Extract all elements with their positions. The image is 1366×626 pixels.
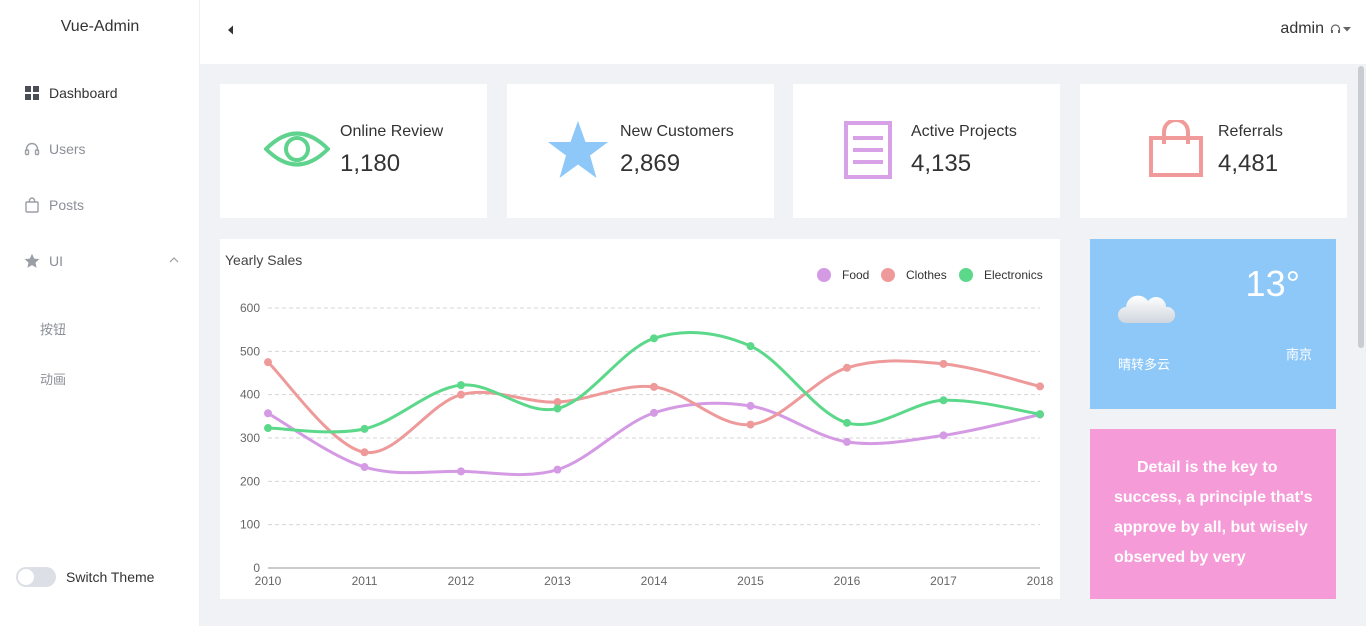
- y-tick-label: 300: [240, 431, 260, 445]
- star-icon: [24, 253, 40, 269]
- x-tick-label: 2018: [1027, 574, 1054, 588]
- y-tick-label: 400: [240, 388, 260, 402]
- data-point-electronics: [939, 396, 948, 405]
- weather-city: 南京: [1285, 347, 1312, 362]
- top-bar: admin: [200, 0, 1366, 64]
- data-point-food: [650, 408, 658, 417]
- card-value: 2,869: [620, 150, 681, 177]
- series-line-electronics: [267, 331, 1041, 434]
- data-point-clothes: [264, 358, 272, 367]
- x-tick-label: 2013: [544, 574, 571, 588]
- data-point-electronics: [1036, 410, 1044, 419]
- eye-icon: [263, 124, 331, 179]
- x-tick-label: 2016: [834, 574, 861, 588]
- sidebar-item-label: Posts: [49, 197, 85, 213]
- data-point-clothes: [939, 359, 948, 368]
- stat-card-online-review: Online Review 1,180: [220, 84, 487, 218]
- data-point-electronics: [650, 334, 658, 343]
- grid-icon: [24, 85, 40, 101]
- sidebar-item-posts[interactable]: Posts: [0, 185, 200, 225]
- y-tick-label: 600: [240, 301, 260, 315]
- card-value: 4,481: [1218, 150, 1279, 177]
- sidebar-subitem-animation[interactable]: 动画: [40, 369, 66, 388]
- legend-marker-food: [817, 268, 831, 282]
- data-point-food: [843, 437, 851, 446]
- x-tick-label: 2010: [255, 574, 282, 588]
- data-point-electronics: [746, 342, 755, 351]
- brand-title: Vue-Admin: [60, 18, 140, 35]
- chevron-up-icon: [168, 253, 180, 265]
- y-tick-label: 100: [240, 518, 260, 532]
- card-value: 4,135: [911, 150, 972, 177]
- page-scrollbar[interactable]: [1358, 66, 1364, 348]
- legend-label-food: Food: [842, 268, 869, 282]
- card-title: Active Projects: [911, 123, 1017, 140]
- card-value: 1,180: [340, 150, 401, 177]
- theme-label: Switch Theme: [66, 569, 155, 585]
- x-tick-label: 2012: [448, 574, 475, 588]
- data-point-clothes: [746, 420, 755, 429]
- legend-label-clothes: Clothes: [906, 268, 947, 282]
- data-point-food: [553, 465, 562, 474]
- sidebar-item-users[interactable]: Users: [0, 129, 200, 169]
- card-title: New Customers: [620, 123, 734, 140]
- card-title: Referrals: [1218, 123, 1283, 140]
- x-tick-label: 2015: [737, 574, 764, 588]
- yearly-sales-chart: Yearly Sales 0 100 200 300 400 500 600 2010 2011…: [220, 239, 1060, 599]
- x-tick-label: 2017: [930, 574, 957, 588]
- stat-card-new-customers: New Customers 2,869: [507, 84, 774, 218]
- data-point-electronics: [457, 381, 465, 390]
- data-point-food: [746, 401, 755, 410]
- stat-card-active-projects: Active Projects 4,135: [793, 84, 1060, 218]
- weather-description: 晴转多云: [1118, 357, 1171, 372]
- quote-card: Detail is the key to success, a principl…: [1090, 429, 1336, 599]
- chart-canvas: 0 100 200 300 400 500 600 2010 2011 2012 2013 2014 2…: [240, 268, 1054, 588]
- x-tick-label: 2014: [641, 574, 668, 588]
- legend-marker-clothes: [881, 268, 895, 282]
- weather-card: 13° 晴转多云 南京: [1090, 239, 1336, 409]
- data-point-clothes: [457, 390, 465, 399]
- sidebar-item-label: UI: [49, 253, 63, 269]
- data-point-electronics: [360, 424, 369, 433]
- data-point-clothes: [1036, 382, 1044, 391]
- shopping-bag-icon: [1148, 118, 1204, 183]
- data-point-food: [264, 409, 272, 418]
- y-tick-label: 0: [253, 561, 260, 575]
- data-point-food: [457, 467, 465, 476]
- weather-temperature: 13°: [1245, 263, 1300, 304]
- bag-icon: [24, 197, 40, 213]
- y-tick-label: 500: [240, 344, 260, 358]
- data-point-food: [939, 431, 948, 440]
- stat-card-referrals: Referrals 4,481: [1080, 84, 1347, 218]
- data-point-food: [360, 463, 369, 472]
- collapse-sidebar-icon[interactable]: [226, 23, 236, 35]
- sidebar-item-ui[interactable]: UI: [0, 241, 200, 281]
- data-point-electronics: [264, 424, 272, 433]
- star-icon: [547, 120, 609, 185]
- data-point-electronics: [843, 418, 851, 427]
- data-point-clothes: [650, 382, 658, 391]
- card-title: Online Review: [340, 123, 444, 140]
- sidebar-subitem-buttons[interactable]: 按钮: [40, 319, 66, 338]
- data-point-clothes: [360, 448, 369, 457]
- data-point-clothes: [843, 363, 851, 372]
- sidebar-item-label: Users: [49, 141, 86, 157]
- x-tick-label: 2011: [352, 574, 378, 588]
- user-menu[interactable]: admin: [1280, 20, 1352, 38]
- user-dropdown-icon: [1330, 24, 1351, 33]
- legend-marker-electronics: [959, 268, 973, 282]
- sidebar-item-dashboard[interactable]: Dashboard: [0, 73, 200, 113]
- theme-switch[interactable]: [16, 567, 56, 587]
- document-icon: [843, 120, 893, 185]
- sidebar: Vue-Admin Dashboard Users Posts UI 按钮 动画…: [0, 0, 200, 626]
- y-tick-label: 200: [240, 474, 260, 488]
- cloud-icon: [1116, 291, 1178, 332]
- data-point-electronics: [553, 404, 562, 413]
- theme-toggle: Switch Theme: [16, 567, 154, 587]
- legend-label-electronics: Electronics: [984, 268, 1043, 282]
- headset-icon: [24, 141, 40, 157]
- sidebar-item-label: Dashboard: [49, 85, 118, 101]
- username: admin: [1280, 20, 1324, 37]
